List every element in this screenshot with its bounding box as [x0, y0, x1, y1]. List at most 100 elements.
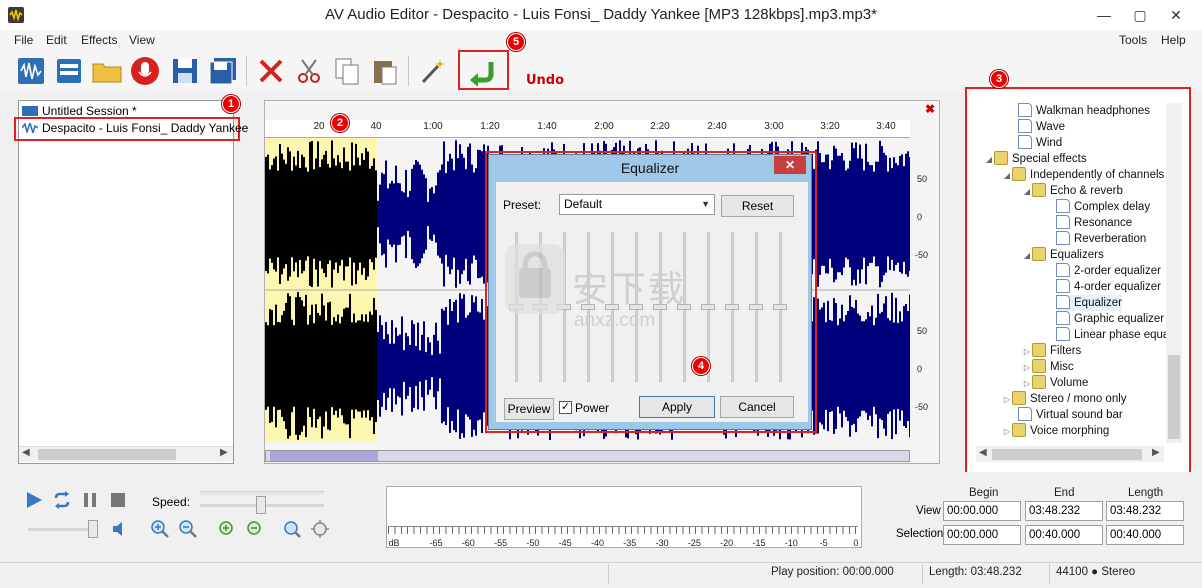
delete-button[interactable] [254, 54, 288, 88]
tree-item-stereo[interactable]: ▷ Stereo / mono only [1002, 391, 1127, 407]
waveform-sample [391, 320, 393, 412]
waveform-sample [289, 296, 291, 436]
maximize-button[interactable]: ▢ [1122, 0, 1158, 30]
undo-button[interactable] [466, 54, 500, 88]
zoom-fit-icon[interactable] [310, 519, 330, 539]
new-audio-button[interactable] [14, 54, 48, 88]
menu-effects[interactable]: Effects [81, 33, 117, 47]
menu-view[interactable]: View [129, 33, 155, 47]
session-scroll-thumb[interactable] [38, 449, 176, 460]
waveform-sample [423, 321, 425, 411]
tree-item-equalizers[interactable]: ◢ Equalizers [1022, 247, 1104, 263]
waveform-scroll-thumb[interactable] [270, 451, 378, 461]
cut-button[interactable] [292, 54, 326, 88]
save-button[interactable] [168, 54, 202, 88]
view-begin-field[interactable]: 00:00.000 [943, 501, 1021, 521]
scroll-left-icon[interactable]: ◀ [979, 447, 987, 458]
collapse-arrow-icon[interactable]: ◢ [1022, 184, 1032, 200]
copy-button[interactable] [330, 54, 364, 88]
waveform-sample [461, 298, 463, 434]
waveform-sample [429, 342, 431, 390]
tree-item-resonance[interactable]: Resonance [1056, 215, 1132, 231]
track-item[interactable]: Despacito - Luis Fonsi_ Daddy Yankee [21, 120, 248, 136]
zoom-in-horizontal-icon[interactable] [216, 519, 236, 539]
menu-help[interactable]: Help [1161, 33, 1186, 47]
save-all-button[interactable] [206, 54, 240, 88]
scroll-left-icon[interactable]: ◀ [22, 447, 30, 458]
waveform-sample [285, 302, 287, 430]
selection-begin-field[interactable]: 00:00.000 [943, 525, 1021, 545]
close-window-button[interactable]: ✕ [1158, 0, 1194, 30]
collapse-arrow-icon[interactable]: ◢ [1002, 168, 1012, 184]
tree-item-misc[interactable]: ▷ Misc [1022, 359, 1074, 375]
tree-item-voice[interactable]: ▷ Voice morphing [1002, 423, 1109, 439]
zoom-out-icon[interactable] [178, 519, 198, 539]
speed-slider-thumb[interactable] [256, 496, 266, 514]
view-end-field[interactable]: 03:48.232 [1025, 501, 1103, 521]
waveform-sample [849, 160, 851, 268]
tree-item-wave[interactable]: Wave [1018, 119, 1065, 135]
tree-item-walkman[interactable]: Walkman headphones [1018, 103, 1150, 119]
menu-file[interactable]: File [14, 33, 33, 47]
tree-item-special[interactable]: ◢ Special effects [984, 151, 1087, 167]
zoom-out-horizontal-icon[interactable] [244, 519, 264, 539]
file-icon [1056, 327, 1070, 341]
stop-button[interactable] [108, 490, 128, 510]
zoom-selection-icon[interactable] [282, 519, 302, 539]
menu-tools[interactable]: Tools [1119, 33, 1147, 47]
toolbar-separator [246, 56, 247, 86]
volume-slider-thumb[interactable] [88, 520, 98, 538]
collapse-arrow-icon[interactable]: ◢ [984, 152, 994, 168]
tree-item-independent[interactable]: ◢ Independently of channels [1002, 167, 1164, 183]
tree-item-eq4[interactable]: 4-order equalizer [1056, 279, 1161, 295]
scroll-right-icon[interactable]: ▶ [220, 447, 228, 458]
new-session-button[interactable] [52, 54, 86, 88]
menu-edit[interactable]: Edit [46, 33, 67, 47]
tree-item-wind[interactable]: Wind [1018, 135, 1062, 151]
tree-item-graphic[interactable]: Graphic equalizer [1056, 311, 1164, 327]
timeline-ruler[interactable] [265, 120, 910, 138]
expand-arrow-icon[interactable]: ▷ [1002, 392, 1012, 408]
tree-item-eq2[interactable]: 2-order equalizer [1056, 263, 1161, 279]
tree-item-equalizer-selected[interactable]: Equalizer [1056, 295, 1122, 311]
expand-arrow-icon[interactable]: ▷ [1022, 344, 1032, 360]
selection-length-field[interactable]: 00:40.000 [1106, 525, 1184, 545]
close-track-icon[interactable]: ✖ [925, 102, 935, 116]
tree-label: Complex delay [1074, 201, 1151, 213]
tree-item-filters[interactable]: ▷ Filters [1022, 343, 1081, 359]
view-length-field[interactable]: 03:48.232 [1106, 501, 1184, 521]
open-folder-button[interactable] [90, 54, 124, 88]
pause-button[interactable] [80, 490, 100, 510]
expand-arrow-icon[interactable]: ▷ [1002, 424, 1012, 440]
expand-arrow-icon[interactable]: ▷ [1022, 376, 1032, 392]
collapse-arrow-icon[interactable]: ◢ [1022, 248, 1032, 264]
waveform-sample [341, 316, 343, 416]
paste-button[interactable] [368, 54, 402, 88]
tree-item-virtual[interactable]: Virtual sound bar [1018, 407, 1123, 423]
tree-item-complex[interactable]: Complex delay [1056, 199, 1150, 215]
speaker-icon[interactable] [110, 519, 130, 539]
tree-item-linear[interactable]: Linear phase equal [1056, 327, 1166, 343]
tree-item-echo[interactable]: ◢ Echo & reverb [1022, 183, 1123, 199]
play-button[interactable] [24, 490, 44, 510]
tree-item-volume[interactable]: ▷ Volume [1022, 375, 1088, 391]
waveform-sample [279, 144, 281, 284]
loop-button[interactable] [52, 490, 72, 510]
record-button[interactable] [128, 54, 162, 88]
zoom-in-icon[interactable] [150, 519, 170, 539]
waveform-sample [265, 322, 267, 410]
waveform-sample [353, 165, 355, 263]
waveform-sample [399, 334, 401, 398]
tree-scroll-thumb[interactable] [1168, 355, 1180, 439]
tree-hscroll-thumb[interactable] [992, 449, 1142, 460]
scroll-right-icon[interactable]: ▶ [1152, 447, 1160, 458]
selection-end-field[interactable]: 00:40.000 [1025, 525, 1103, 545]
minimize-button[interactable]: — [1086, 0, 1122, 30]
expand-arrow-icon[interactable]: ▷ [1022, 360, 1032, 376]
meter-scale-label: -30 [655, 538, 669, 548]
tick-label: 2:00 [594, 121, 614, 132]
waveform-sample [821, 162, 823, 266]
tree-item-reverb[interactable]: Reverberation [1056, 231, 1146, 247]
magic-wand-button[interactable] [416, 54, 450, 88]
waveform-sample [847, 168, 849, 260]
